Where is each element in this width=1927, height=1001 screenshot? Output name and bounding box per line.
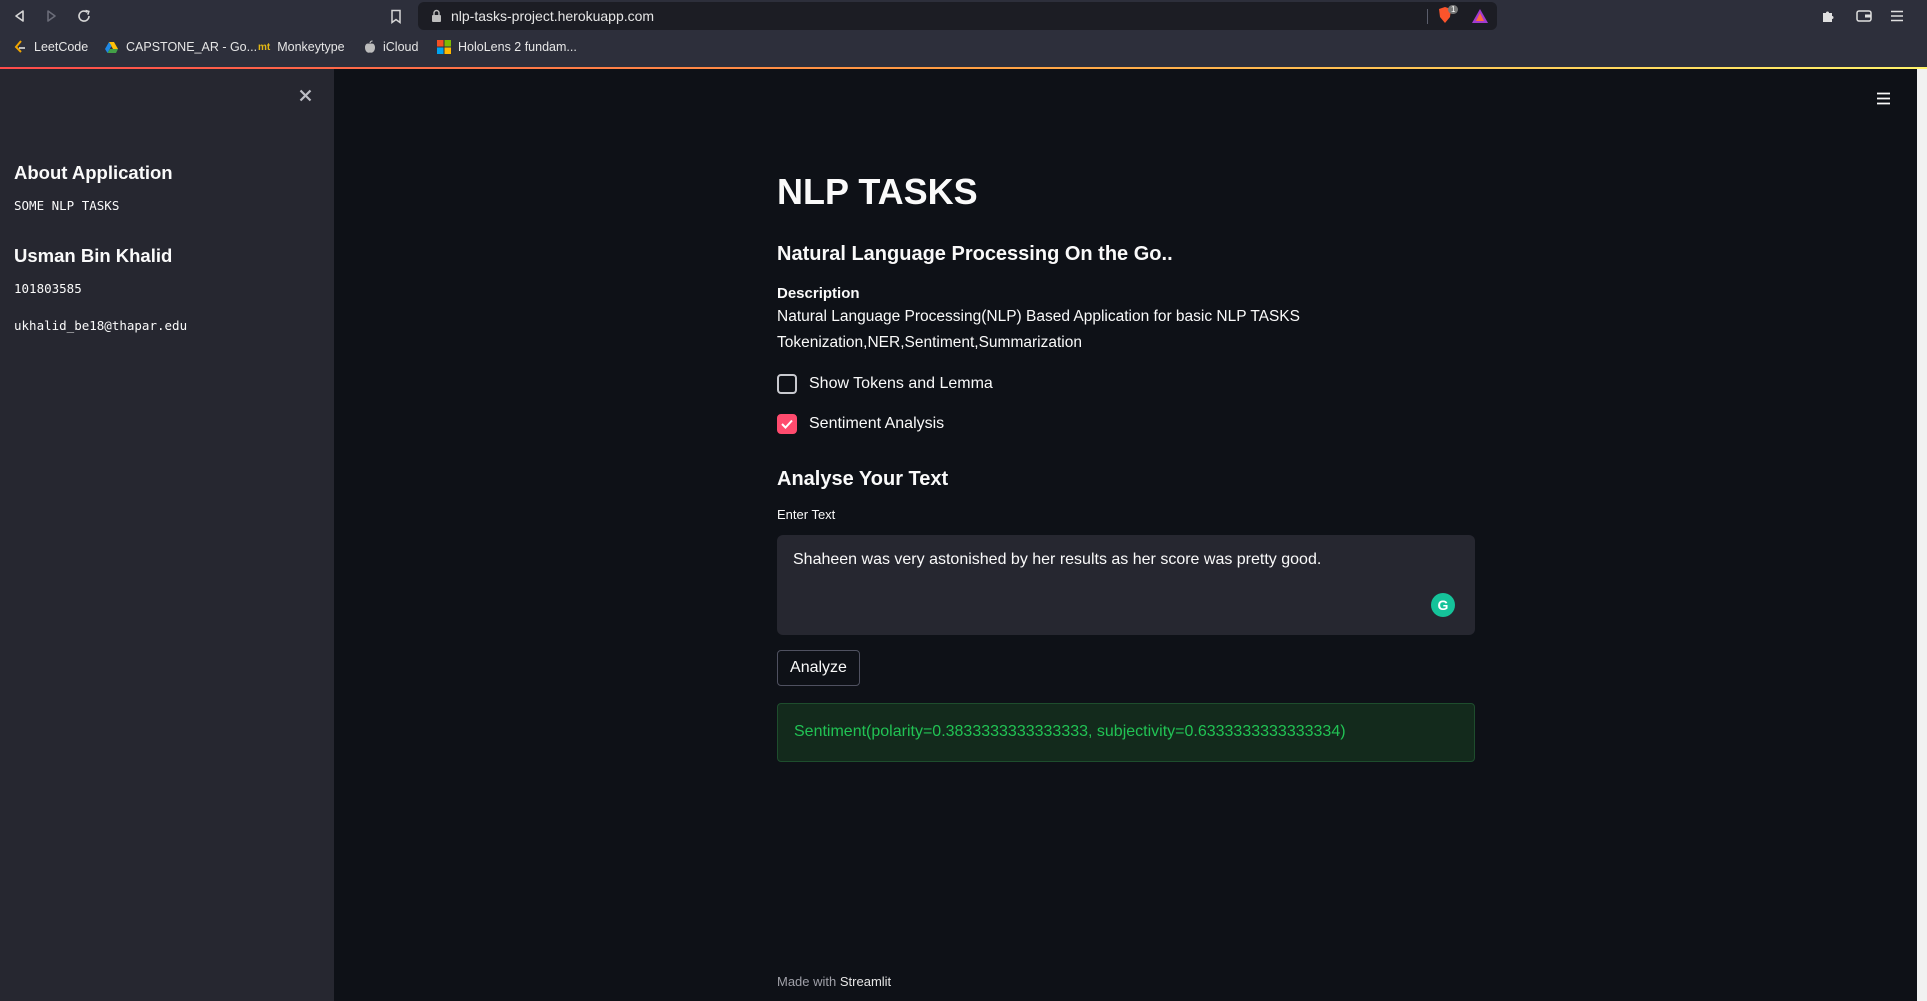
bookmarks-bar: LeetCode CAPSTONE_AR - Go... mt Monkeyty…: [0, 36, 1927, 58]
wallet-icon: [1856, 10, 1872, 22]
scrollbar[interactable]: [1917, 69, 1927, 1001]
description-heading: Description: [777, 285, 860, 302]
checkmark-icon: [781, 419, 793, 429]
analyze-button[interactable]: Analyze: [777, 650, 860, 686]
forward-button[interactable]: [39, 4, 63, 28]
leetcode-icon: [14, 40, 25, 53]
sidebar: About Application SOME NLP TASKS Usman B…: [0, 69, 334, 1001]
author-id: 101803585: [14, 281, 82, 296]
main-area: NLP TASKS Natural Language Processing On…: [334, 69, 1927, 1001]
bookmark-page-button[interactable]: [384, 4, 408, 28]
text-input-label: Enter Text: [777, 507, 836, 522]
bookmark-icloud[interactable]: iCloud: [364, 36, 418, 58]
checkbox-label: Sentiment Analysis: [809, 415, 945, 432]
bookmark-monkeytype[interactable]: mt Monkeytype: [258, 36, 345, 58]
page-subtitle: Natural Language Processing On the Go..: [777, 243, 1173, 265]
extensions-button[interactable]: [1816, 4, 1840, 28]
bookmark-hololens[interactable]: HoloLens 2 fundam...: [437, 36, 577, 58]
author-name: Usman Bin Khalid: [14, 245, 173, 266]
app-menu-button[interactable]: [1872, 87, 1894, 109]
shield-count-badge: 1: [1448, 5, 1459, 14]
about-heading: About Application: [14, 162, 173, 183]
brave-rewards-icon: [1472, 9, 1488, 23]
checkbox-box[interactable]: [777, 414, 797, 434]
description-line-2: Tokenization,NER,Sentiment,Summarization: [777, 334, 1082, 351]
browser-menu-button[interactable]: [1885, 4, 1909, 28]
text-input-value[interactable]: Shaheen was very astonished by her resul…: [793, 551, 1321, 569]
hamburger-menu-icon: [1891, 10, 1903, 22]
bookmark-leetcode[interactable]: LeetCode: [13, 36, 88, 58]
microsoft-icon: [437, 40, 451, 54]
about-text: SOME NLP TASKS: [14, 198, 120, 213]
bookmark-label: LeetCode: [34, 40, 89, 54]
page-title: NLP TASKS: [777, 171, 978, 212]
url-text[interactable]: nlp-tasks-project.herokuapp.com: [451, 8, 654, 24]
hamburger-menu-icon: [1876, 92, 1890, 104]
monkeytype-icon: mt: [258, 41, 271, 53]
bookmark-label: CAPSTONE_AR - Go...: [126, 40, 258, 54]
back-button[interactable]: [8, 4, 32, 28]
bookmark-label: Monkeytype: [277, 40, 345, 54]
author-email: ukhalid_be18@thapar.edu: [14, 318, 188, 333]
puzzle-icon: [1822, 11, 1833, 22]
browser-chrome: nlp-tasks-project.herokuapp.com 1 LeetCo…: [0, 0, 1927, 69]
bookmark-label: HoloLens 2 fundam...: [458, 40, 577, 54]
analyse-heading: Analyse Your Text: [777, 468, 949, 490]
apple-icon: [365, 40, 375, 53]
bookmark-label: iCloud: [383, 40, 419, 54]
bookmark-icon: [391, 9, 401, 24]
brave-shields-button[interactable]: 1: [1437, 5, 1459, 26]
address-bar[interactable]: nlp-tasks-project.herokuapp.com 1: [418, 2, 1497, 30]
google-drive-icon: [105, 41, 118, 53]
reload-button[interactable]: [72, 4, 96, 28]
brave-rewards-button[interactable]: [1471, 8, 1489, 29]
checkbox-sentiment-analysis[interactable]: Sentiment Analysis: [777, 412, 944, 436]
sidebar-close-button[interactable]: [294, 84, 316, 106]
checkbox-label: Show Tokens and Lemma: [809, 375, 993, 392]
close-icon: [299, 89, 311, 101]
checkbox-box[interactable]: [777, 374, 797, 394]
back-arrow-icon: [15, 10, 24, 22]
footer-prefix: Made with: [777, 974, 837, 989]
bookmark-capstone[interactable]: CAPSTONE_AR - Go...: [104, 36, 257, 58]
streamlit-link[interactable]: Streamlit: [840, 974, 891, 989]
checkbox-show-tokens[interactable]: Show Tokens and Lemma: [777, 372, 993, 396]
reload-icon: [78, 9, 90, 22]
footer: Made with Streamlit: [777, 974, 891, 989]
sentiment-result-text: Sentiment(polarity=0.3833333333333333, s…: [794, 723, 1346, 740]
lock-icon: [432, 9, 441, 22]
sentiment-result-box: Sentiment(polarity=0.3833333333333333, s…: [777, 703, 1475, 762]
forward-arrow-icon: [47, 10, 56, 22]
browser-toolbar: nlp-tasks-project.herokuapp.com 1: [0, 0, 1927, 32]
text-input-area[interactable]: Shaheen was very astonished by her resul…: [777, 535, 1475, 635]
wallet-button[interactable]: [1852, 4, 1876, 28]
grammarly-icon[interactable]: G: [1431, 593, 1455, 617]
url-separator: [1427, 9, 1428, 24]
description-line-1: Natural Language Processing(NLP) Based A…: [777, 308, 1300, 325]
